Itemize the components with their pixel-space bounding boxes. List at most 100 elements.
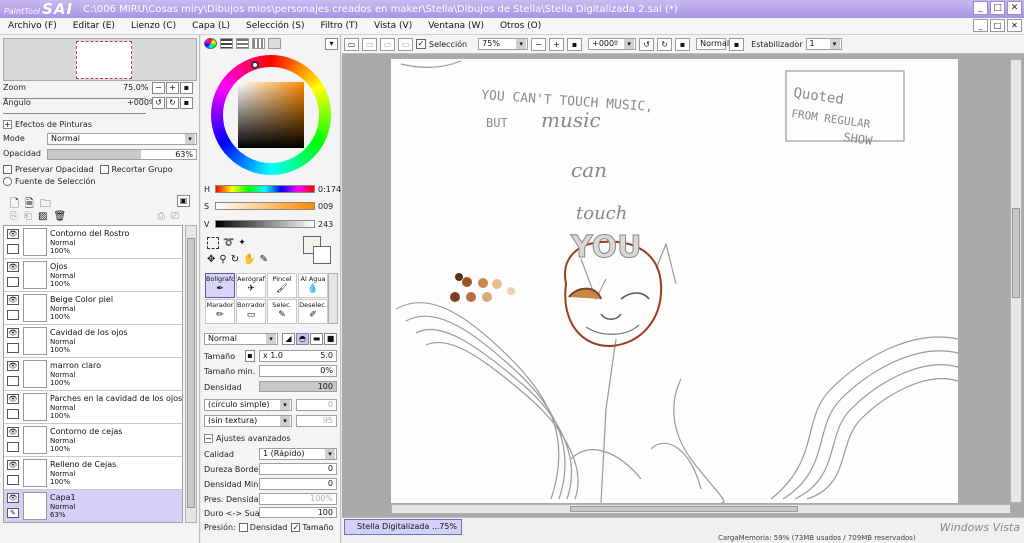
drawing-canvas[interactable]: YOU CAN'T TOUCH MUSIC, BUT music can tou…: [391, 59, 958, 503]
layer-item[interactable]: 👁 Parches en la cavidad de los ojos Norm…: [4, 391, 182, 424]
layer-lock-checkbox[interactable]: [7, 244, 19, 254]
layer-visibility-eye-icon[interactable]: 👁: [7, 295, 19, 305]
rect-select-icon[interactable]: [207, 237, 219, 249]
min-density-field[interactable]: 0: [259, 478, 337, 490]
color-wheel-tab-icon[interactable]: [204, 38, 217, 49]
tool-water[interactable]: Al Agua 💧: [298, 273, 328, 298]
canvas-horizontal-scrollbar[interactable]: [391, 504, 1011, 514]
tool-pen[interactable]: Bolígrafo ✒: [205, 273, 235, 298]
saturation-slider[interactable]: [215, 202, 315, 210]
lasso-icon[interactable]: ➰: [223, 238, 234, 248]
min-size-field[interactable]: 0%: [259, 365, 337, 377]
opacity-bar[interactable]: 63%: [47, 149, 197, 160]
menu-vista[interactable]: Vista (V): [366, 21, 420, 31]
selection-checkbox[interactable]: ✓: [416, 39, 426, 49]
canvas-horizontal-scroll-thumb[interactable]: [570, 506, 798, 512]
hard-soft-bar[interactable]: 100: [259, 507, 337, 518]
undo-button[interactable]: ▭: [344, 37, 359, 51]
navigator-viewport[interactable]: [76, 41, 132, 79]
canvas-vertical-scroll-thumb[interactable]: [1012, 208, 1020, 298]
brush-texture-strength[interactable]: 95: [296, 415, 337, 427]
max-pressure-field[interactable]: 100%: [259, 493, 337, 505]
hand-icon[interactable]: ✋: [243, 254, 255, 265]
layer-visibility-eye-icon[interactable]: 👁: [7, 427, 19, 437]
merge-down-icon[interactable]: ⎗: [24, 211, 32, 222]
tool-select-pen[interactable]: Selec. ✎: [267, 299, 297, 324]
layer-lock-checkbox[interactable]: [7, 376, 19, 386]
doc-minimize-button[interactable]: _: [973, 19, 988, 32]
layer-mode-select[interactable]: Normal: [47, 132, 197, 145]
pressure-density-checkbox[interactable]: [238, 523, 248, 532]
advanced-settings-header[interactable]: − Ajustes avanzados: [204, 434, 291, 443]
density-bar[interactable]: 100: [259, 381, 337, 392]
layer-list-scroll-thumb[interactable]: [187, 238, 195, 508]
layer-visibility-eye-icon[interactable]: 👁: [7, 229, 19, 239]
menu-editar[interactable]: Editar (E): [65, 21, 123, 31]
redo-button[interactable]: ▭: [362, 37, 377, 51]
panel-options-chevron-down-icon[interactable]: ▾: [325, 38, 338, 50]
layer-item[interactable]: 👁 Contorno de cejas Normal 100%: [4, 424, 182, 457]
layer-lock-checkbox[interactable]: [7, 442, 19, 452]
layer-visibility-eye-icon[interactable]: 👁: [7, 460, 19, 470]
layer-edit-pen-icon[interactable]: ✎: [7, 508, 19, 518]
layer-item[interactable]: 👁 Cavidad de los ojos Normal 100%: [4, 325, 182, 358]
hue-picker-handle[interactable]: [251, 61, 259, 69]
document-tab[interactable]: Stella Digitalizada ... 75%: [344, 519, 462, 535]
expand-icon[interactable]: +: [3, 120, 12, 129]
brush-shape-square-icon[interactable]: ■: [324, 333, 337, 345]
layer-item[interactable]: 👁 Relleno de Cejas Normal 100%: [4, 457, 182, 490]
doc-close-button[interactable]: ✕: [1007, 19, 1022, 32]
menu-filtro[interactable]: Filtro (T): [313, 21, 366, 31]
rgb-slider-tab-icon[interactable]: [220, 38, 233, 49]
brush-shape-sharp-icon[interactable]: ◢: [282, 333, 295, 345]
hue-slider[interactable]: [215, 185, 315, 193]
layer-item[interactable]: 👁 Contorno del Rostro Normal 100%: [4, 226, 182, 259]
rotate-icon[interactable]: ↻: [231, 254, 239, 265]
layer-up-icon[interactable]: ⎙: [157, 211, 165, 222]
layer-panel-toggle[interactable]: ▣: [177, 195, 190, 207]
value-slider[interactable]: [215, 220, 315, 228]
invert-selection-button[interactable]: ▭: [398, 37, 413, 51]
canvas-zoom-out-button[interactable]: −: [531, 37, 547, 51]
layer-list-scrollbar[interactable]: [185, 225, 197, 523]
layer-visibility-eye-icon[interactable]: 👁: [7, 262, 19, 272]
layer-lock-checkbox[interactable]: [7, 475, 19, 485]
pressure-size-checkbox[interactable]: ✓: [291, 523, 301, 532]
delete-layer-icon[interactable]: 🗑: [53, 211, 66, 222]
canvas-zoom-reset-button[interactable]: ▪: [567, 37, 583, 51]
canvas-zoom-select[interactable]: 75%: [478, 38, 529, 50]
menu-capa[interactable]: Capa (L): [184, 21, 238, 31]
minimize-button[interactable]: _: [973, 1, 988, 15]
clip-group-checkbox[interactable]: [99, 165, 109, 174]
layer-visibility-eye-icon[interactable]: 👁: [7, 493, 19, 503]
brush-shape-select[interactable]: (círculo simple): [204, 399, 292, 411]
layer-visibility-eye-icon[interactable]: 👁: [7, 361, 19, 371]
rotate-right-button[interactable]: ↻: [166, 96, 179, 109]
brush-shape-round-icon[interactable]: ◓: [296, 333, 309, 345]
canvas-zoom-in-button[interactable]: +: [549, 37, 565, 51]
canvas-rotate-reset-button[interactable]: ▪: [675, 37, 691, 51]
layer-down-icon[interactable]: ⎚: [171, 211, 179, 222]
menu-seleccion[interactable]: Selección (S): [238, 21, 313, 31]
paint-effects-header[interactable]: + Efectos de Pinturas: [3, 120, 92, 129]
menu-ventana[interactable]: Ventana (W): [420, 21, 492, 31]
brush-blend-select[interactable]: Normal: [204, 333, 278, 345]
close-button[interactable]: ✕: [1007, 1, 1022, 15]
menu-archivo[interactable]: Archivo (F): [0, 21, 65, 31]
deselect-button[interactable]: ▭: [380, 37, 395, 51]
transfer-down-icon[interactable]: ⎘: [10, 211, 18, 222]
magic-wand-icon[interactable]: ✦: [238, 238, 246, 248]
layer-item-selected[interactable]: 👁 ✎ Capa1 Normal 63%: [4, 490, 182, 522]
zoom-in-button[interactable]: +: [166, 81, 179, 94]
layer-lock-checkbox[interactable]: [7, 277, 19, 287]
canvas-angle-select[interactable]: +000º: [588, 38, 637, 50]
quality-select[interactable]: 1 (Rápido): [259, 448, 337, 460]
angle-slider[interactable]: [3, 108, 146, 114]
scratchpad-tab-icon[interactable]: [268, 38, 281, 49]
doc-maximize-button[interactable]: □: [990, 19, 1005, 32]
selection-source-radio[interactable]: [3, 177, 12, 186]
tool-deselect[interactable]: Deselec. ✐: [298, 299, 328, 324]
canvas-vertical-scrollbar[interactable]: [1010, 59, 1022, 503]
layer-item[interactable]: 👁 Ojos Normal 100%: [4, 259, 182, 292]
menu-lienzo[interactable]: Lienzo (C): [123, 21, 184, 31]
